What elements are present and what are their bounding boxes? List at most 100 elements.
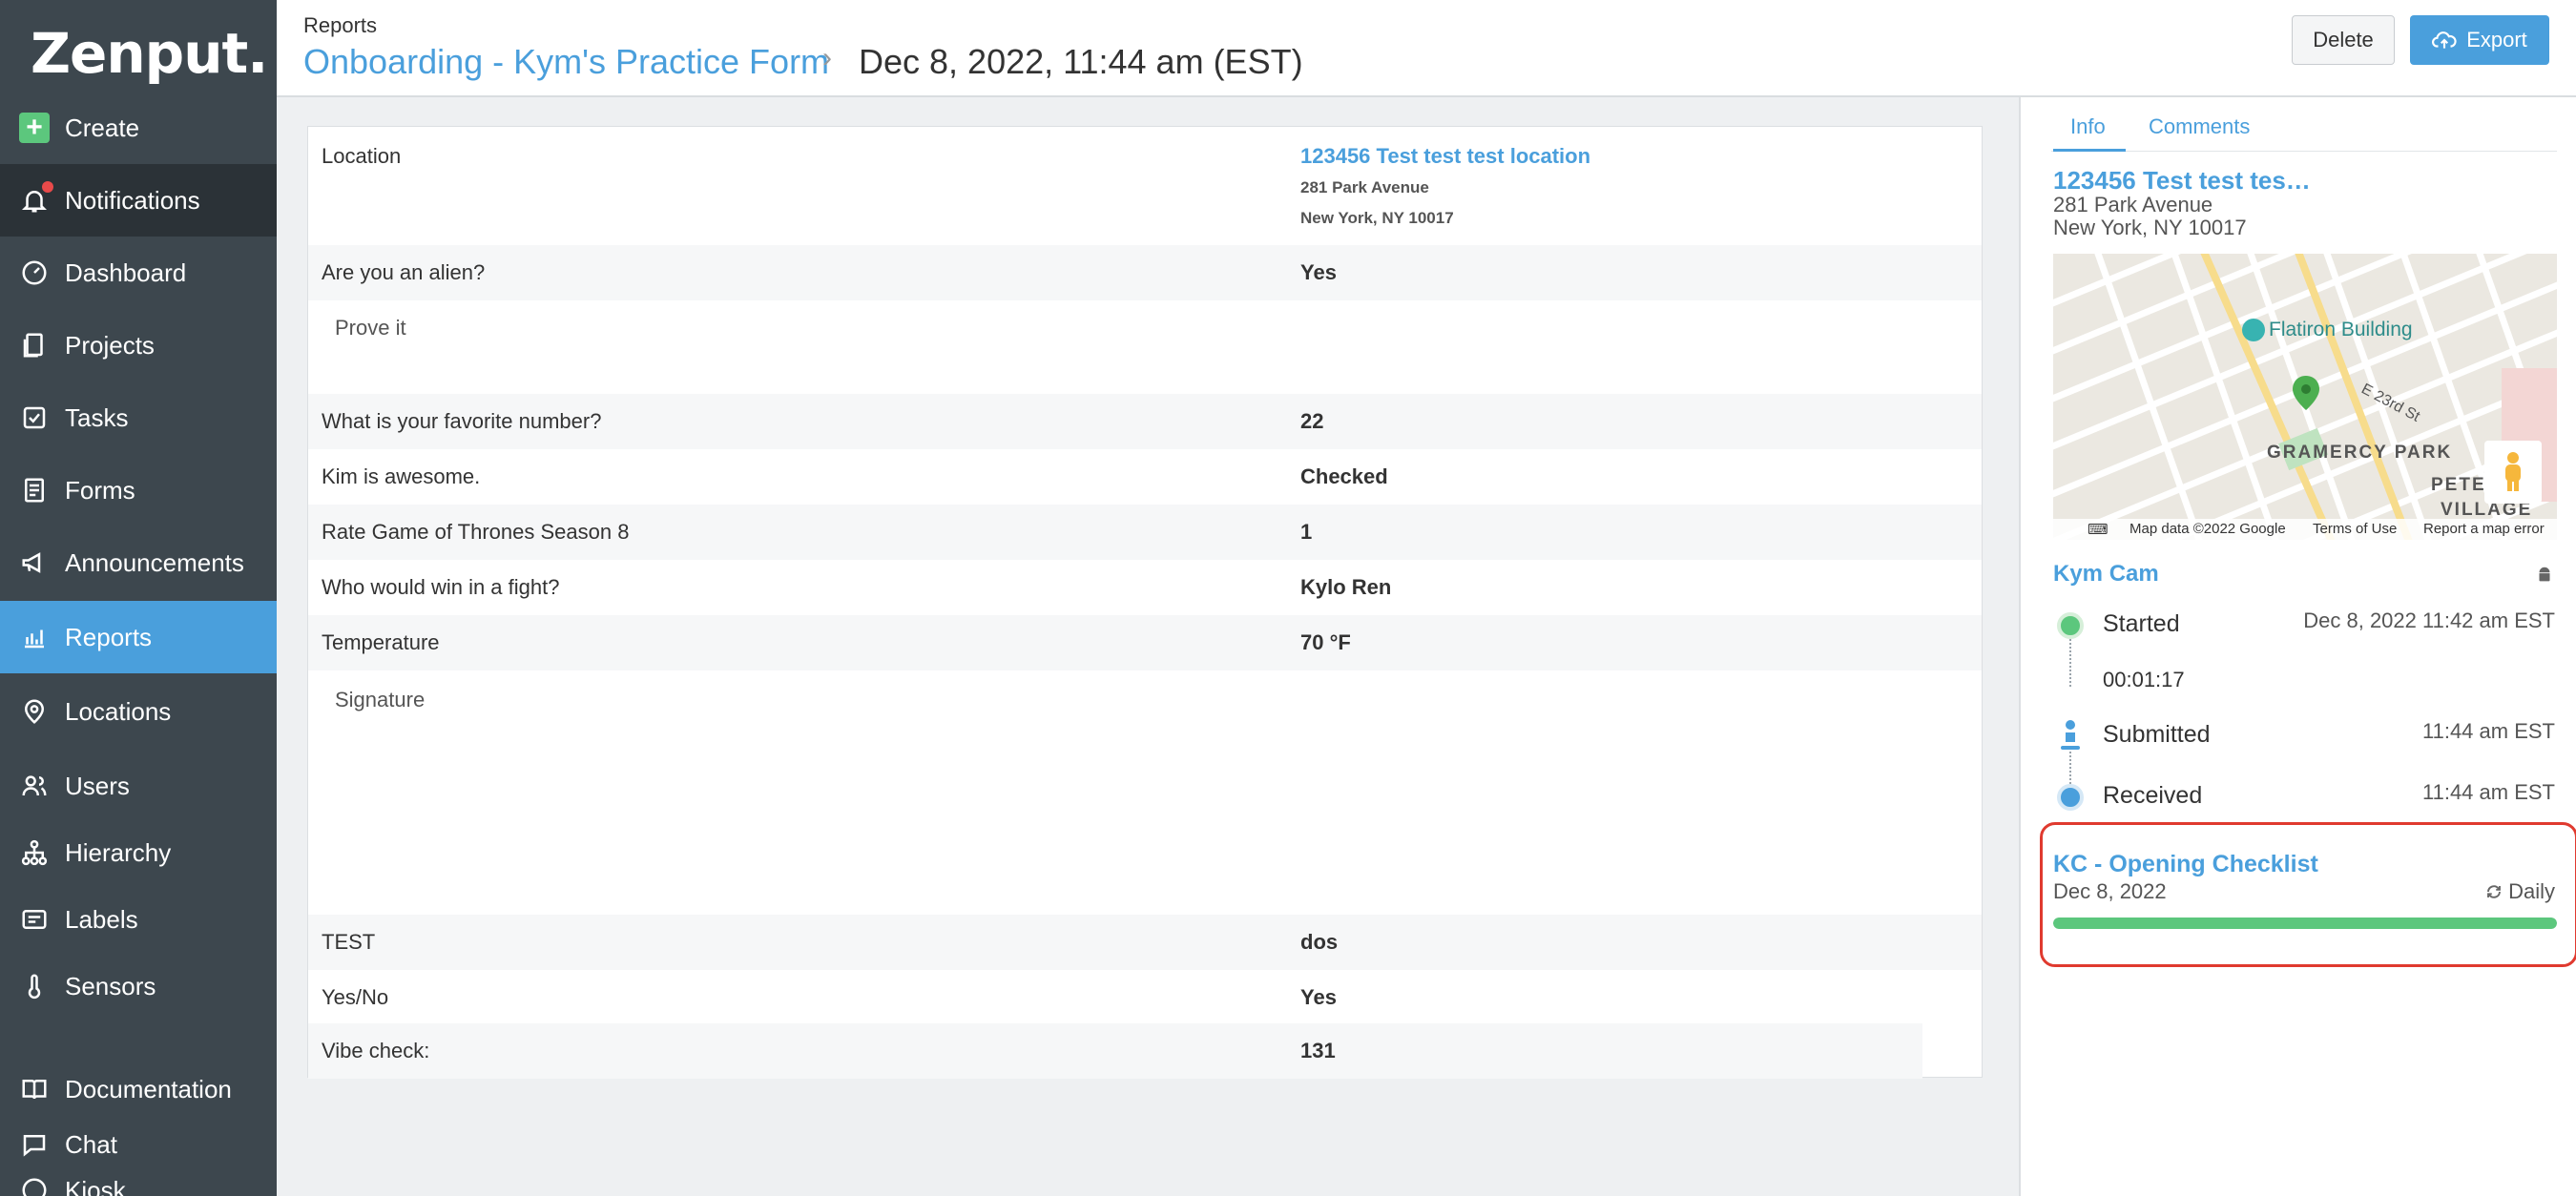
started-status-icon xyxy=(2057,612,2084,639)
table-row: Are you an alien? Yes xyxy=(308,245,1982,300)
report-answers-panel: Location 123456 Test test test location … xyxy=(307,126,1983,1079)
timeline-submitted-time: 11:44 am EST xyxy=(2422,719,2555,743)
timeline-started-label: Started xyxy=(2103,610,2180,637)
checklist-date: Dec 8, 2022 xyxy=(2053,879,2167,903)
info-side-panel: Info Comments 123456 Test test tes… 281 … xyxy=(2019,97,2576,1196)
sidebar-item-kiosk[interactable]: Kiosk xyxy=(0,1171,277,1196)
breadcrumb[interactable]: Reports xyxy=(303,13,377,38)
table-row: Vibe check: 131 xyxy=(308,1023,1922,1079)
sidebar-item-label: Documentation xyxy=(65,1074,232,1103)
question-label: Vibe check: xyxy=(322,1039,430,1062)
table-row: TEST dos xyxy=(308,915,1982,970)
location-link[interactable]: 123456 Test test test location xyxy=(1300,144,1590,169)
sidebar-item-projects[interactable]: Projects xyxy=(0,309,277,381)
table-row: Signature xyxy=(308,670,1982,915)
table-row: Prove it xyxy=(308,300,1982,390)
documents-icon xyxy=(19,330,50,361)
tab-comments[interactable]: Comments xyxy=(2149,114,2250,139)
sidebar-item-reports[interactable]: Reports xyxy=(0,601,277,673)
sidebar-item-announcements[interactable]: Announcements xyxy=(0,526,277,599)
tab-info[interactable]: Info xyxy=(2070,114,2106,139)
question-label: Yes/No xyxy=(322,985,389,1009)
sidebar-item-labels[interactable]: Labels xyxy=(0,883,277,956)
sidebar-item-label: Projects xyxy=(65,330,155,360)
answer-value: 1 xyxy=(1300,520,1313,544)
sidebar-item-label: Sensors xyxy=(65,971,156,1000)
location-address1: 281 Park Avenue xyxy=(1300,178,1429,196)
answer-value: Checked xyxy=(1300,464,1388,488)
form-title-link[interactable]: Onboarding - Kym's Practice Form xyxy=(303,42,829,82)
table-row: Who would win in a fight? Kylo Ren xyxy=(308,560,1982,615)
sidebar-item-dashboard[interactable]: Dashboard xyxy=(0,237,277,309)
location-address2: New York, NY 10017 xyxy=(2053,216,2247,239)
sidebar-item-locations[interactable]: Locations xyxy=(0,675,277,748)
sidebar-item-sensors[interactable]: Sensors xyxy=(0,950,277,1022)
location-address1: 281 Park Avenue xyxy=(2053,193,2213,217)
answer-value: dos xyxy=(1300,930,1339,954)
answer-value: Yes xyxy=(1300,260,1337,284)
timeline-duration: 00:01:17 xyxy=(2103,668,2185,691)
submitter-name[interactable]: Kym Cam xyxy=(2053,561,2159,588)
gauge-icon xyxy=(19,258,50,288)
timeline-received-time: 11:44 am EST xyxy=(2422,780,2555,804)
map-pin-icon xyxy=(19,696,50,727)
answer-value: Kylo Ren xyxy=(1300,575,1392,599)
sidebar-item-label: Kiosk xyxy=(65,1175,126,1196)
map-report-link[interactable]: Report a map error xyxy=(2423,521,2545,537)
tabs-divider xyxy=(2051,151,2557,152)
notification-dot xyxy=(42,181,53,193)
checklist-frequency: Daily xyxy=(2485,879,2555,904)
question-label: Location xyxy=(322,144,402,168)
sidebar-item-hierarchy[interactable]: Hierarchy xyxy=(0,816,277,889)
kiosk-icon xyxy=(19,1175,50,1196)
checkbox-icon xyxy=(19,402,50,433)
table-row: Rate Game of Thrones Season 8 1 xyxy=(308,505,1982,560)
map-footer: ⌨ Map data ©2022 Google Terms of Use Rep… xyxy=(2053,519,2557,540)
sidebar-item-label: Chat xyxy=(65,1129,117,1159)
sidebar-item-chat[interactable]: Chat xyxy=(0,1125,277,1164)
sidebar-item-label: Tasks xyxy=(65,402,129,432)
sidebar-item-create[interactable]: + Create xyxy=(0,92,277,164)
question-label: What is your favorite number? xyxy=(322,409,602,433)
street-view-button[interactable] xyxy=(2484,441,2542,504)
sidebar-item-label: Hierarchy xyxy=(65,837,172,867)
sub-question-label: Prove it xyxy=(335,316,406,340)
label-icon xyxy=(19,904,50,935)
question-label: Are you an alien? xyxy=(322,260,486,284)
export-button[interactable]: Export xyxy=(2410,15,2549,65)
megaphone-icon xyxy=(19,547,50,578)
location-address2: New York, NY 10017 xyxy=(1300,209,1454,227)
checklist-link[interactable]: KC - Opening Checklist xyxy=(2053,851,2318,878)
signature-label: Signature xyxy=(335,688,426,711)
question-label: Kim is awesome. xyxy=(322,464,481,488)
keyboard-icon[interactable]: ⌨ xyxy=(2088,521,2109,538)
sidebar-item-label: Locations xyxy=(65,696,172,726)
map-terms-link[interactable]: Terms of Use xyxy=(2313,521,2397,537)
sidebar-item-label: Labels xyxy=(65,904,138,934)
person-icon xyxy=(2061,720,2080,750)
location-answer: 123456 Test test test location 281 Park … xyxy=(1300,144,1590,228)
sidebar-item-users[interactable]: Users xyxy=(0,750,277,822)
map-data-text: Map data ©2022 Google xyxy=(2129,521,2286,537)
export-label: Export xyxy=(2466,28,2527,52)
page-header: Reports Onboarding - Kym's Practice Form… xyxy=(277,0,2576,97)
sidebar-item-forms[interactable]: Forms xyxy=(0,454,277,526)
timeline-submitted-label: Submitted xyxy=(2103,721,2211,748)
question-label: Rate Game of Thrones Season 8 xyxy=(322,520,630,544)
answer-value: 131 xyxy=(1300,1039,1336,1062)
question-label: TEST xyxy=(322,930,376,954)
sidebar-item-label: Announcements xyxy=(65,547,244,577)
delete-button[interactable]: Delete xyxy=(2292,15,2395,65)
table-row: What is your favorite number? 22 xyxy=(308,394,1982,449)
sidebar-item-notifications[interactable]: Notifications xyxy=(0,164,277,237)
sidebar-item-label: Users xyxy=(65,771,130,800)
frequency-label: Daily xyxy=(2508,879,2555,903)
sidebar-item-documentation[interactable]: Documentation xyxy=(0,1053,277,1125)
cloud-upload-icon xyxy=(2432,31,2457,49)
answer-value: 22 xyxy=(1300,409,1324,433)
sidebar-item-tasks[interactable]: Tasks xyxy=(0,381,277,454)
location-map[interactable]: Flatiron Building GRAMERCY PARK PETER VI… xyxy=(2053,254,2557,540)
location-link[interactable]: 123456 Test test tes… xyxy=(2053,166,2311,196)
pegman-icon xyxy=(2505,452,2521,491)
sidebar-item-label: Create xyxy=(65,113,140,142)
